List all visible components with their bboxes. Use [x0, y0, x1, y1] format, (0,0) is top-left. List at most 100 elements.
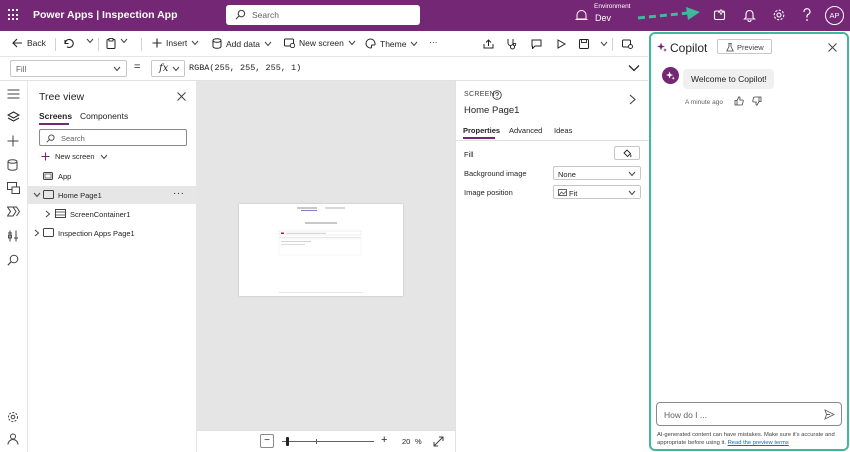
tab-properties[interactable]: Properties: [463, 126, 500, 135]
global-search-input[interactable]: Search: [226, 5, 420, 25]
paste-dropdown[interactable]: [120, 38, 128, 44]
app-launcher-icon[interactable]: [8, 9, 20, 21]
virtual-agent-icon[interactable]: [7, 433, 19, 445]
copilot-icon: [713, 9, 726, 21]
sparkle-icon: [657, 42, 667, 52]
fill-color-picker[interactable]: [614, 146, 640, 160]
sparkle-icon: [666, 71, 675, 80]
undo-icon: [64, 38, 74, 48]
ai-disclaimer: AI-generated content can have mistakes. …: [657, 432, 845, 448]
environment-icon[interactable]: [575, 9, 588, 21]
copilot-pane: Copilot Preview Welcome to Copilot! A mi…: [649, 32, 849, 451]
arrow-left-icon: [12, 38, 22, 48]
tree-item-home-page1[interactable]: Home Page1 ···: [28, 186, 196, 204]
chevron-right-icon[interactable]: [34, 229, 40, 237]
zoom-in-button[interactable]: +: [381, 434, 387, 446]
more-commands-button[interactable]: ···: [429, 37, 438, 47]
chevron-down-icon: [411, 41, 418, 46]
expand-formula-icon[interactable]: [628, 64, 640, 72]
copilot-chat-input[interactable]: How do I ...: [656, 402, 842, 426]
tree-item-app[interactable]: App: [28, 167, 196, 185]
chevron-right-icon[interactable]: [629, 94, 636, 105]
plus-icon: [152, 38, 162, 48]
hamburger-icon[interactable]: [7, 89, 20, 99]
tree-item-inspection-apps-page1[interactable]: Inspection Apps Page1: [28, 224, 196, 242]
divider: [612, 38, 613, 51]
image-position-value: Fit: [569, 189, 578, 198]
theme-button[interactable]: Theme: [365, 38, 418, 49]
layers-icon[interactable]: [7, 111, 20, 123]
save-icon[interactable]: [579, 39, 589, 49]
stethoscope-icon[interactable]: [506, 38, 517, 50]
design-canvas[interactable]: [197, 81, 455, 430]
tree-search-input[interactable]: Search: [39, 129, 187, 146]
preview-badge[interactable]: Preview: [717, 39, 772, 54]
zoom-value[interactable]: 20: [402, 437, 410, 446]
search-icon[interactable]: [7, 254, 19, 266]
screen-icon: [43, 190, 54, 199]
help-icon[interactable]: [802, 8, 812, 22]
tab-components[interactable]: Components: [80, 111, 128, 121]
undo-button[interactable]: [63, 38, 74, 48]
image-position-dropdown[interactable]: Fit: [553, 185, 641, 199]
new-screen-button[interactable]: New screen: [284, 38, 356, 48]
close-icon[interactable]: [177, 92, 186, 101]
background-image-label: Background image: [464, 169, 527, 178]
tab-ideas[interactable]: Ideas: [554, 126, 572, 135]
copilot-toggle-button[interactable]: [705, 3, 733, 28]
close-icon[interactable]: [828, 43, 837, 52]
tab-screens[interactable]: Screens: [39, 111, 72, 121]
function-button[interactable]: fx: [151, 60, 185, 77]
divider: [456, 140, 649, 141]
tab-advanced[interactable]: Advanced: [509, 126, 542, 135]
paste-button[interactable]: [106, 38, 116, 49]
add-data-button[interactable]: Add data: [212, 38, 272, 49]
power-automate-icon[interactable]: [7, 206, 20, 217]
copilot-avatar: [662, 67, 679, 84]
preview-terms-link[interactable]: Read the preview terms: [728, 440, 789, 446]
play-icon[interactable]: [556, 39, 566, 49]
chevron-down-icon[interactable]: [33, 192, 41, 198]
thumbs-up-icon[interactable]: [734, 96, 744, 106]
property-value: Fill: [16, 65, 27, 74]
gear-icon[interactable]: [7, 411, 19, 423]
chevron-down-icon[interactable]: [600, 41, 608, 47]
zoom-out-button[interactable]: −: [260, 434, 274, 448]
publish-icon[interactable]: [622, 39, 633, 49]
zoom-slider-thumb[interactable]: [286, 437, 289, 446]
left-rail: [0, 81, 28, 452]
plus-icon[interactable]: [7, 135, 19, 147]
insert-button[interactable]: Insert: [152, 38, 199, 48]
more-options-button[interactable]: ···: [173, 188, 185, 199]
property-dropdown[interactable]: Fill: [10, 60, 127, 77]
gear-icon[interactable]: [772, 8, 786, 22]
back-button[interactable]: Back: [12, 38, 46, 48]
user-avatar[interactable]: AP: [825, 6, 844, 25]
selected-control-type: SCREEN: [464, 91, 495, 98]
tree-item-screencontainer1[interactable]: ScreenContainer1: [28, 205, 196, 223]
tree-item-label: App: [58, 172, 72, 181]
tree-search-placeholder: Search: [61, 134, 85, 143]
database-icon[interactable]: [7, 159, 18, 171]
share-icon[interactable]: [483, 39, 494, 49]
bell-icon[interactable]: [743, 8, 756, 22]
environment-value[interactable]: Dev: [595, 13, 611, 23]
fit-to-window-icon[interactable]: [433, 436, 444, 447]
chevron-right-icon[interactable]: [45, 210, 51, 218]
undo-dropdown[interactable]: [86, 38, 94, 44]
zoom-slider-track[interactable]: [282, 441, 374, 442]
background-image-dropdown[interactable]: None: [553, 166, 641, 180]
new-screen-label: New screen: [55, 152, 95, 161]
variables-icon[interactable]: [7, 230, 19, 242]
media-icon[interactable]: [7, 182, 20, 194]
comment-icon[interactable]: [531, 39, 542, 49]
chevron-down-icon: [191, 40, 199, 46]
new-screen-button[interactable]: New screen: [41, 152, 108, 161]
thumbs-down-icon[interactable]: [752, 96, 762, 106]
new-screen-icon: [284, 38, 295, 48]
send-icon[interactable]: [824, 409, 835, 420]
screen-preview-thumbnail[interactable]: [239, 204, 403, 296]
selected-control-name: Home Page1: [464, 105, 520, 116]
help-circle-icon[interactable]: [492, 90, 502, 100]
formula-input[interactable]: RGBA(255, 255, 255, 1): [189, 63, 301, 73]
